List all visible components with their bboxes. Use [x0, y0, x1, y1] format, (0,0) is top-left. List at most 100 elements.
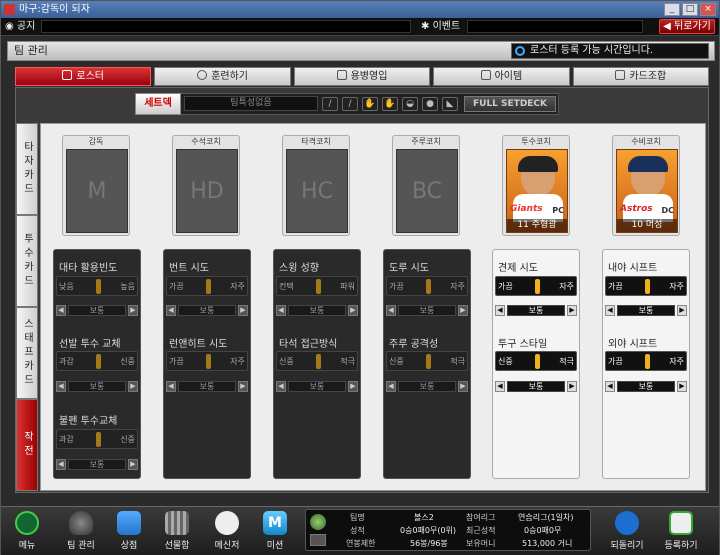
- strategy-select[interactable]: ◀ 보통 ▶: [386, 381, 468, 392]
- slider-knob[interactable]: [96, 432, 101, 447]
- gift-box-button[interactable]: 선물함: [157, 509, 197, 553]
- slider-knob[interactable]: [535, 354, 540, 369]
- strategy-select[interactable]: ◀ 보통 ▶: [166, 381, 248, 392]
- side-tab-strategy[interactable]: 작전: [16, 399, 38, 491]
- messenger-button[interactable]: 메신저: [207, 509, 247, 553]
- slider-knob[interactable]: [426, 354, 431, 369]
- right-arrow-icon[interactable]: ▶: [458, 305, 468, 316]
- strategy-slider[interactable]: 가끔 자주: [605, 276, 687, 296]
- left-arrow-icon[interactable]: ◀: [386, 381, 396, 392]
- left-arrow-icon[interactable]: ◀: [166, 305, 176, 316]
- slider-knob[interactable]: [645, 354, 650, 369]
- side-tab-batter[interactable]: 타자카드: [16, 123, 38, 215]
- right-arrow-icon[interactable]: ▶: [128, 381, 138, 392]
- strategy-slider[interactable]: 낮음 높음: [56, 276, 138, 296]
- right-arrow-icon[interactable]: ▶: [567, 305, 577, 316]
- close-icon[interactable]: ×: [700, 3, 716, 16]
- right-arrow-icon[interactable]: ▶: [238, 305, 248, 316]
- right-arrow-icon[interactable]: ▶: [128, 459, 138, 470]
- tab-training[interactable]: 훈련하기: [154, 67, 291, 86]
- right-arrow-icon[interactable]: ▶: [677, 381, 687, 392]
- strategy-select[interactable]: ◀ 보통 ▶: [56, 459, 138, 470]
- team-manage-button[interactable]: 팀 관리: [61, 509, 101, 553]
- back-button[interactable]: ◀ 뒤로가기: [659, 19, 715, 34]
- slider-knob[interactable]: [316, 354, 321, 369]
- strategy-select[interactable]: ◀ 보통 ▶: [276, 305, 358, 316]
- strategy-select[interactable]: ◀ 보통 ▶: [495, 381, 577, 392]
- right-arrow-icon[interactable]: ▶: [458, 381, 468, 392]
- strategy-slider[interactable]: 가끔 자주: [386, 276, 468, 296]
- slider-knob[interactable]: [96, 354, 101, 369]
- left-arrow-icon[interactable]: ◀: [166, 381, 176, 392]
- strategy-slider[interactable]: 가끔 자주: [495, 276, 577, 296]
- slider-knob[interactable]: [316, 279, 321, 294]
- left-arrow-icon[interactable]: ◀: [276, 381, 286, 392]
- right-arrow-icon[interactable]: ▶: [348, 381, 358, 392]
- left-arrow-icon[interactable]: ◀: [56, 381, 66, 392]
- tab-items[interactable]: 아이템: [433, 67, 570, 86]
- strategy-select[interactable]: ◀ 보통 ▶: [166, 305, 248, 316]
- tab-card-combine[interactable]: 카드조합: [572, 67, 710, 86]
- right-arrow-icon[interactable]: ▶: [238, 381, 248, 392]
- strategy-slider[interactable]: 가끔 자주: [166, 351, 248, 371]
- slider-knob[interactable]: [206, 354, 211, 369]
- strategy-slider[interactable]: 컨택 파워: [276, 276, 358, 296]
- strategy-slider[interactable]: 과감 신중: [56, 351, 138, 371]
- ball-icon[interactable]: ●: [422, 97, 438, 111]
- side-tab-pitcher[interactable]: 투수카드: [16, 215, 38, 307]
- right-arrow-icon[interactable]: ▶: [677, 305, 687, 316]
- strategy-slider[interactable]: 신중 적극: [495, 351, 577, 371]
- strategy-select[interactable]: ◀ 보통 ▶: [605, 305, 687, 316]
- strategy-slider[interactable]: 가끔 자주: [166, 276, 248, 296]
- strategy-slider[interactable]: 신중 적극: [276, 351, 358, 371]
- coach-slot-baserunning[interactable]: 주루코치 BC: [392, 135, 460, 236]
- bat-icon[interactable]: /: [322, 97, 338, 111]
- strategy-slider[interactable]: 과감 신중: [56, 429, 138, 449]
- minimize-icon[interactable]: _: [664, 3, 680, 16]
- glove-icon[interactable]: ✋: [362, 97, 378, 111]
- strategy-select[interactable]: ◀ 보통 ▶: [56, 305, 138, 316]
- strategy-select[interactable]: ◀ 보통 ▶: [56, 381, 138, 392]
- coach-slot-manager[interactable]: 감독 M: [62, 135, 130, 236]
- shop-button[interactable]: 상점: [109, 509, 149, 553]
- register-button[interactable]: 등록하기: [661, 509, 701, 553]
- strategy-slider[interactable]: 신중 적극: [386, 351, 468, 371]
- slider-knob[interactable]: [206, 279, 211, 294]
- strategy-select[interactable]: ◀ 보통 ▶: [605, 381, 687, 392]
- slider-knob[interactable]: [96, 279, 101, 294]
- left-arrow-icon[interactable]: ◀: [276, 305, 286, 316]
- right-arrow-icon[interactable]: ▶: [128, 305, 138, 316]
- left-arrow-icon[interactable]: ◀: [56, 305, 66, 316]
- tab-roster[interactable]: 로스터: [15, 67, 152, 86]
- slider-knob[interactable]: [535, 279, 540, 294]
- right-arrow-icon[interactable]: ▶: [348, 305, 358, 316]
- coach-slot-pitching[interactable]: 투수코치 Giants PC 11 주형광: [502, 135, 570, 236]
- slider-knob[interactable]: [645, 279, 650, 294]
- coach-slot-hitting[interactable]: 타격코치 HC: [282, 135, 350, 236]
- mission-button[interactable]: M 미션: [255, 509, 295, 553]
- glove2-icon[interactable]: ✋: [382, 97, 398, 111]
- undo-button[interactable]: 되돌리기: [607, 509, 647, 553]
- coach-slot-defense[interactable]: 수비코치 Astros DC 10 머성: [612, 135, 680, 236]
- slider-knob[interactable]: [426, 279, 431, 294]
- helmet-icon[interactable]: ◒: [402, 97, 418, 111]
- side-tab-staff[interactable]: 스태프카드: [16, 307, 38, 399]
- tab-mercenary[interactable]: 용병영입: [293, 67, 431, 86]
- left-arrow-icon[interactable]: ◀: [605, 305, 615, 316]
- strategy-select[interactable]: ◀ 보통 ▶: [386, 305, 468, 316]
- setdeck-button[interactable]: 세트덱: [135, 93, 181, 115]
- strategy-select[interactable]: ◀ 보통 ▶: [276, 381, 358, 392]
- bat2-icon[interactable]: /: [342, 97, 358, 111]
- left-arrow-icon[interactable]: ◀: [56, 459, 66, 470]
- coach-slot-head[interactable]: 수석코치 HD: [172, 135, 240, 236]
- shoe-icon[interactable]: ◣: [442, 97, 458, 111]
- left-arrow-icon[interactable]: ◀: [495, 305, 505, 316]
- maximize-icon[interactable]: □: [682, 3, 698, 16]
- right-arrow-icon[interactable]: ▶: [567, 381, 577, 392]
- strategy-slider[interactable]: 가끔 자주: [605, 351, 687, 371]
- left-arrow-icon[interactable]: ◀: [605, 381, 615, 392]
- strategy-select[interactable]: ◀ 보통 ▶: [495, 305, 577, 316]
- left-arrow-icon[interactable]: ◀: [386, 305, 396, 316]
- menu-button[interactable]: 메뉴: [7, 509, 47, 553]
- left-arrow-icon[interactable]: ◀: [495, 381, 505, 392]
